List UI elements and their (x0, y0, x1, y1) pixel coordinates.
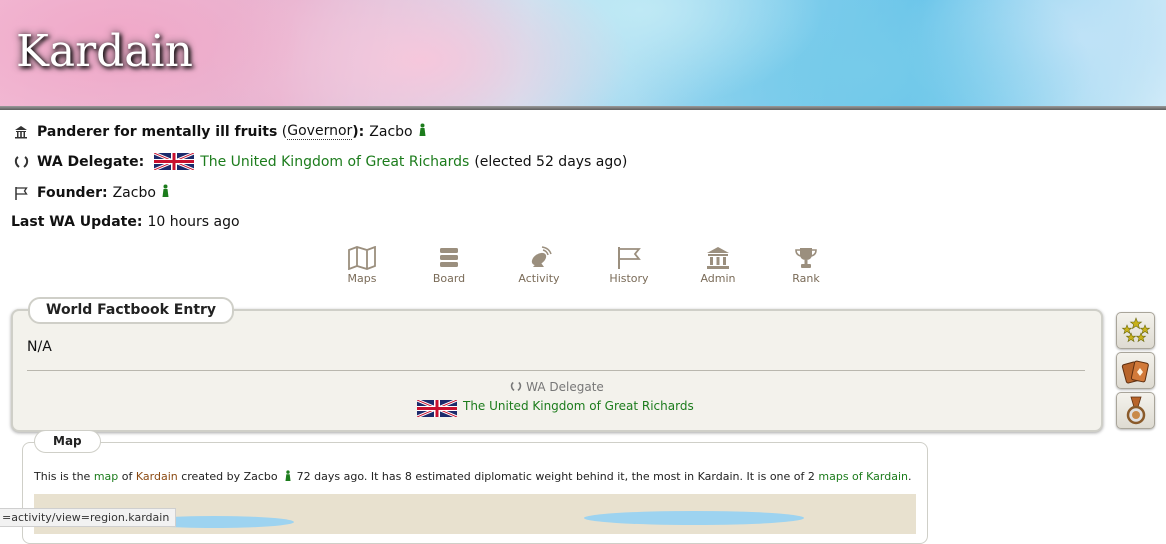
nation-person-icon (285, 470, 291, 481)
nav-maps[interactable]: Maps (327, 246, 397, 285)
founder-name-link[interactable]: Zacbo (113, 185, 156, 201)
map-creator-link[interactable]: Zacbo (244, 470, 278, 483)
region-banner: Kardain (0, 0, 1166, 110)
founder-row: Founder: Zacbo (14, 184, 170, 201)
map-icon (348, 246, 376, 270)
medal-badge[interactable] (1116, 392, 1155, 429)
factbook-title: World Factbook Entry (28, 297, 235, 324)
governor-role[interactable]: Governor (287, 123, 353, 140)
cards-badge[interactable] (1116, 352, 1155, 389)
map-text-part: . (907, 470, 912, 483)
maps-of-region-link[interactable]: maps of Kardain (818, 470, 908, 483)
delegate-flag-icon[interactable] (417, 400, 457, 417)
governor-title: Panderer for mentally ill fruits (37, 123, 278, 140)
region-nav: Maps Board Activity History Admin Rank (0, 246, 1166, 286)
stars-badge[interactable] (1116, 312, 1155, 349)
nav-history[interactable]: History (594, 246, 664, 285)
board-icon (440, 248, 458, 267)
map-description: This is the map of Kardain created by Za… (34, 470, 911, 483)
nav-activity-label: Activity (518, 272, 560, 285)
factbook-delegate-label: WA Delegate (526, 380, 604, 394)
history-icon (618, 247, 641, 269)
cards-badge-icon (1121, 360, 1149, 384)
factbook-delegate-label-wrap: WA Delegate (13, 380, 1101, 394)
nav-rank[interactable]: Rank (771, 246, 841, 285)
governor-icon (14, 125, 30, 139)
map-title: Map (34, 430, 101, 453)
governor-name-link[interactable]: Zacbo (369, 124, 412, 140)
last-update-label: Last WA Update: (11, 214, 143, 230)
nav-activity[interactable]: Activity (504, 246, 574, 285)
nation-person-icon (161, 184, 170, 201)
factbook-text: N/A (27, 339, 52, 355)
map-text-part: This is the (34, 470, 94, 483)
map-text-part: created by (177, 470, 244, 483)
delegate-nation-link[interactable]: The United Kingdom of Great Richards (200, 154, 469, 170)
nav-rank-label: Rank (792, 272, 820, 285)
governor-open-paren: ( (277, 123, 288, 140)
factbook-panel: N/A WA Delegate The United Kingdom of Gr… (11, 309, 1103, 432)
nav-admin[interactable]: Admin (683, 246, 753, 285)
status-bar-url: =activity/view=region.kardain (0, 508, 177, 527)
governor-row: Panderer for mentally ill fruits ( Gover… (14, 123, 427, 140)
wa-laurel-icon (14, 155, 30, 169)
factbook-divider (27, 370, 1085, 371)
founder-flag-icon (14, 186, 30, 200)
nation-person-icon (418, 123, 427, 140)
wa-delegate-row: WA Delegate: The United Kingdom of Great… (14, 151, 628, 172)
wa-delegate-label: WA Delegate: (37, 153, 145, 170)
delegate-elected-text: (elected 52 days ago) (474, 153, 628, 170)
map-link[interactable]: map (94, 470, 118, 483)
delegate-flag-icon[interactable] (153, 151, 195, 172)
nav-board[interactable]: Board (414, 246, 484, 285)
stars-badge-icon (1121, 316, 1150, 342)
medal-badge-icon (1126, 396, 1145, 424)
map-text-part: of (118, 470, 136, 483)
last-update-value: 10 hours ago (147, 214, 240, 230)
nav-history-label: History (609, 272, 649, 285)
governor-close-paren: ): (352, 123, 365, 140)
rank-icon (795, 248, 817, 268)
last-wa-update-row: Last WA Update: 10 hours ago (11, 214, 240, 230)
nav-board-label: Board (432, 272, 466, 285)
region-link[interactable]: Kardain (136, 470, 178, 483)
region-title: Kardain (16, 26, 193, 77)
nav-admin-label: Admin (700, 272, 736, 285)
map-text-part: 72 days ago. It has 8 estimated diplomat… (293, 470, 819, 483)
activity-icon (531, 246, 552, 267)
nav-maps-label: Maps (347, 272, 377, 285)
factbook-delegate-link[interactable]: The United Kingdom of Great Richards (463, 399, 694, 413)
wa-laurel-icon (510, 381, 522, 392)
founder-label: Founder: (37, 184, 108, 201)
factbook-delegate[interactable]: The United Kingdom of Great Richards (417, 394, 694, 417)
admin-icon (707, 247, 729, 269)
